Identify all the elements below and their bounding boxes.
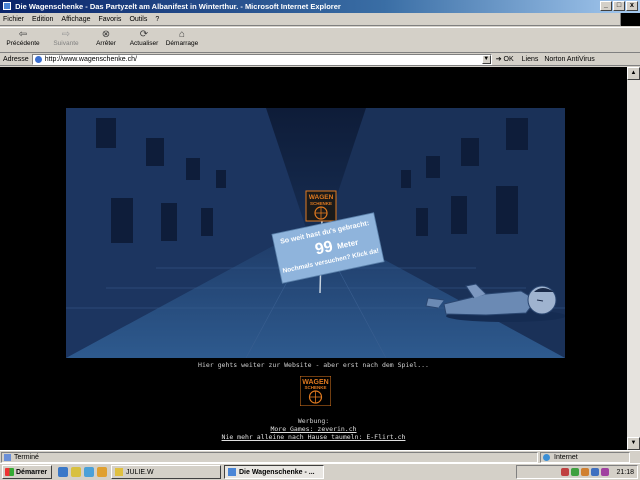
browser-window: Die Wagenschenke - Das Partyzelt am Alba…: [0, 0, 640, 480]
scroll-down-icon[interactable]: ▼: [627, 437, 640, 450]
refresh-icon: ⟳: [139, 29, 149, 40]
wagenschenke-logo[interactable]: WAGEN SCHENKE: [300, 376, 331, 406]
home-button[interactable]: ⌂ Démarrage: [164, 28, 200, 52]
forward-label: Suivante: [53, 40, 79, 47]
start-button[interactable]: Démarrer: [2, 465, 52, 479]
home-icon: ⌂: [178, 29, 186, 40]
logo-schenke: SCHENKE: [304, 385, 326, 390]
internet-globe-icon: [543, 453, 550, 461]
address-url: http://www.wagenschenke.ch/: [44, 55, 137, 63]
tray-network-icon[interactable]: [571, 468, 580, 476]
task-label-wagenschenke: Die Wagenschenke - ...: [239, 468, 315, 476]
sign-logo-wagen: WAGEN: [309, 194, 334, 201]
tray-messenger-icon[interactable]: [581, 468, 590, 476]
address-label: Adresse: [3, 55, 29, 63]
ad-label: Werbung:: [297, 417, 330, 425]
zone-text: Internet: [554, 453, 578, 461]
system-tray: 21:18: [516, 465, 638, 479]
start-label: Démarrer: [16, 468, 48, 476]
taskbar: Démarrer JULIE.W Die Wagenschenke - ... …: [0, 463, 640, 480]
outlook-quicklaunch-icon[interactable]: [84, 467, 94, 477]
menu-bar: Fichier Edition Affichage Favoris Outils…: [0, 13, 640, 26]
ie-throbber-logo: [620, 13, 640, 26]
status-text: Terminé: [14, 453, 39, 461]
address-input[interactable]: http://www.wagenschenke.ch/ ▼: [31, 53, 492, 65]
forward-button[interactable]: ⇨ Suivante: [46, 28, 86, 52]
forward-arrow-icon: ⇨: [61, 29, 71, 40]
stop-icon: ⊗: [101, 29, 111, 40]
back-button[interactable]: ⇦ Précédente: [2, 28, 44, 52]
status-page-icon: [4, 453, 11, 461]
refresh-button[interactable]: ⟳ Actualiser: [126, 28, 162, 52]
minimize-button[interactable]: _: [600, 1, 612, 11]
taskbar-item-julie[interactable]: JULIE.W: [111, 465, 221, 479]
menu-affichage[interactable]: Affichage: [61, 16, 90, 23]
ie-icon: [3, 2, 11, 10]
score-value: 99: [314, 238, 335, 258]
game-scene[interactable]: WAGEN SCHENKE So weit hast du's gebracht…: [66, 108, 565, 358]
norton-antivirus-button[interactable]: Norton AntiVirus: [544, 56, 594, 63]
ad-link-games[interactable]: More Games: zeverin.ch: [0, 425, 627, 433]
tray-antivirus-icon[interactable]: [561, 468, 570, 476]
status-bar: Terminé Internet: [0, 450, 640, 463]
page-icon: [34, 55, 42, 63]
address-bar: Adresse http://www.wagenschenke.ch/ ▼ ➔ …: [0, 53, 640, 66]
desktop-quicklaunch-icon[interactable]: [71, 467, 81, 477]
address-dropdown-icon[interactable]: ▼: [481, 54, 491, 64]
maximize-button[interactable]: □: [613, 1, 625, 11]
quick-launch: [58, 467, 107, 477]
title-bar: Die Wagenschenke - Das Partyzelt am Alba…: [0, 0, 640, 13]
vertical-scrollbar[interactable]: ▲ ▼: [627, 67, 640, 450]
back-arrow-icon: ⇦: [18, 29, 28, 40]
stop-label: Arrêter: [96, 40, 116, 47]
security-zone-panel: Internet: [540, 451, 630, 463]
stop-button[interactable]: ⊗ Arrêter: [88, 28, 124, 52]
home-label: Démarrage: [165, 40, 199, 47]
app-quicklaunch-icon[interactable]: [97, 467, 107, 477]
close-button[interactable]: x: [626, 1, 638, 11]
scroll-up-icon[interactable]: ▲: [627, 67, 640, 80]
clock: 21:18: [616, 468, 634, 476]
links-button[interactable]: Liens: [522, 56, 539, 63]
refresh-label: Actualiser: [129, 40, 159, 47]
sign-logo-schenke: SCHENKE: [310, 201, 332, 206]
menu-favoris[interactable]: Favoris: [98, 16, 121, 23]
ie-task-icon: [228, 468, 236, 476]
window-title: Die Wagenschenke - Das Partyzelt am Alba…: [15, 2, 341, 11]
go-button[interactable]: ➔ OK: [496, 55, 514, 63]
menu-help[interactable]: ?: [155, 16, 159, 23]
task-label-julie: JULIE.W: [126, 468, 154, 476]
menu-outils[interactable]: Outils: [129, 16, 147, 23]
toolbar: ⇦ Précédente ⇨ Suivante ⊗ Arrêter ⟳ Actu…: [0, 27, 640, 53]
back-label: Précédente: [6, 40, 40, 47]
page-content: WAGEN SCHENKE So weit hast du's gebracht…: [0, 67, 627, 450]
go-label: OK: [503, 56, 514, 63]
status-text-panel: Terminé: [1, 451, 538, 463]
menu-fichier[interactable]: Fichier: [3, 16, 24, 23]
ie-quicklaunch-icon[interactable]: [58, 467, 68, 477]
ad-link-eflirt[interactable]: Nie mehr alleine nach Hause taumeln: E-F…: [0, 433, 627, 441]
wagenschenke-sign-logo: WAGEN SCHENKE: [305, 190, 337, 222]
tray-volume-icon[interactable]: [591, 468, 600, 476]
page-caption: Hier gehts weiter zur Website - aber ers…: [198, 361, 429, 369]
folder-icon: [115, 468, 123, 476]
tray-app-icon[interactable]: [601, 468, 610, 476]
windows-logo-icon: [5, 468, 14, 476]
taskbar-item-wagenschenke[interactable]: Die Wagenschenke - ...: [224, 465, 324, 479]
menu-edition[interactable]: Edition: [32, 16, 53, 23]
